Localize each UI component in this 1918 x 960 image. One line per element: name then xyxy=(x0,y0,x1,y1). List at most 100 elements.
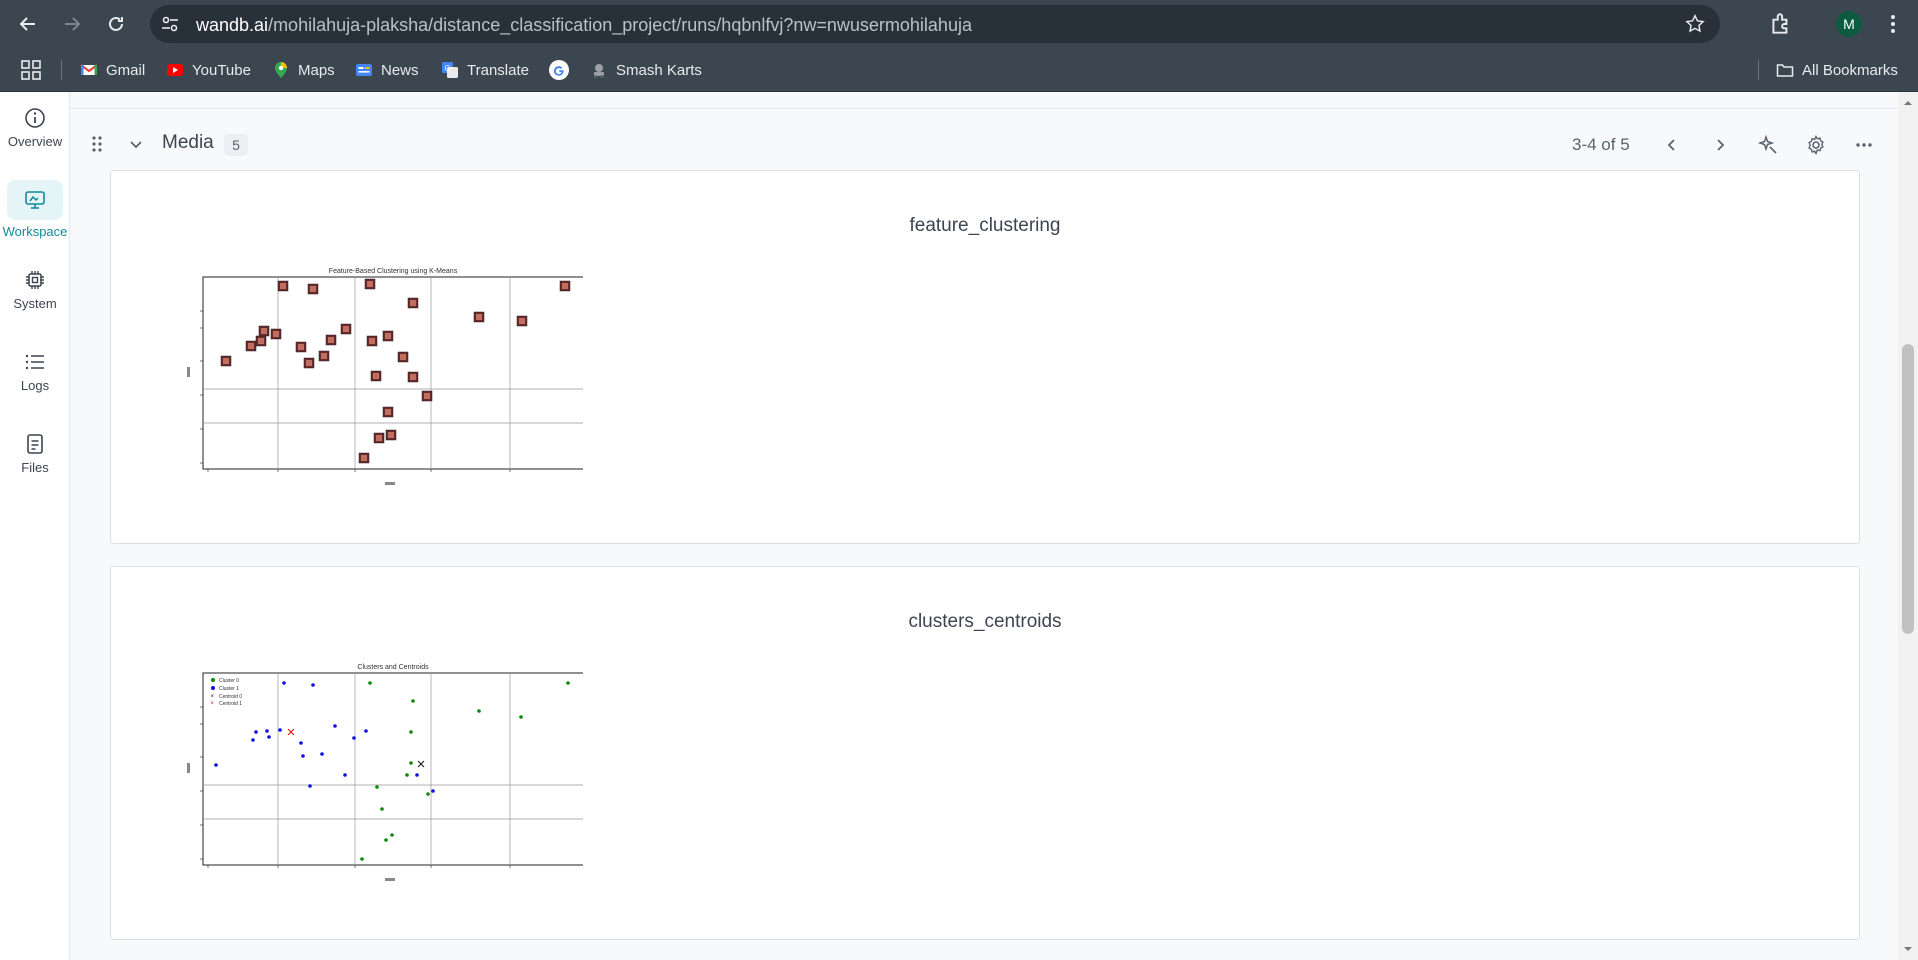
cluster-0-point xyxy=(426,792,430,796)
workspace-icon xyxy=(25,191,45,209)
panel-title: clusters_centroids xyxy=(908,611,1062,632)
next-page-button[interactable] xyxy=(1708,133,1732,157)
thumbnail-image xyxy=(245,340,257,352)
scrollbar-thumb[interactable] xyxy=(1902,344,1914,634)
site-info-icon[interactable] xyxy=(160,14,180,34)
magic-button[interactable] xyxy=(1756,133,1780,157)
cluster-1-point xyxy=(251,738,255,742)
thumbnail-image xyxy=(358,452,370,464)
image-title: Clusters and Centroids xyxy=(357,664,429,671)
cluster-1-point xyxy=(282,681,286,685)
collapse-chevron-icon[interactable] xyxy=(128,136,144,152)
bookmark-google[interactable] xyxy=(548,58,570,82)
rail-item-workspace[interactable]: Workspace xyxy=(0,180,70,239)
info-icon xyxy=(25,108,45,128)
cluster-0-point xyxy=(405,773,409,777)
rail-item-files[interactable]: Files xyxy=(0,432,70,475)
section-settings-button[interactable] xyxy=(1804,133,1828,157)
thumbnail-image xyxy=(277,280,289,292)
section-count-badge: 5 xyxy=(224,134,248,156)
cluster-0-point xyxy=(477,709,481,713)
cluster-1-point xyxy=(343,773,347,777)
rail-item-overview[interactable]: Overview xyxy=(0,106,70,149)
arrow-right-icon xyxy=(65,17,81,31)
browser-menu-icon[interactable] xyxy=(1882,12,1904,36)
bookmark-youtube[interactable]: YouTube xyxy=(166,58,251,82)
thumbnail-image xyxy=(325,334,337,346)
thumbnail-image xyxy=(303,357,315,369)
feature-clustering-image[interactable]: Feature-Based Clustering using K-Means xyxy=(163,263,583,503)
workspace-main: Media 5 3-4 of 5 feature_clustering Feat… xyxy=(70,92,1898,960)
cluster-1-point xyxy=(364,729,368,733)
cluster-0-point xyxy=(411,699,415,703)
thumbnail-image xyxy=(373,432,385,444)
cluster-1-point xyxy=(320,752,324,756)
scroll-down-icon[interactable] xyxy=(1903,944,1913,954)
drag-handle-icon[interactable] xyxy=(90,134,104,154)
reload-icon xyxy=(109,16,123,31)
legend-marker-centroid-1: × xyxy=(211,701,215,707)
back-button[interactable] xyxy=(14,10,42,38)
legend-marker-cluster-0 xyxy=(211,678,215,682)
news-icon xyxy=(356,64,372,76)
bookmark-maps[interactable]: Maps xyxy=(272,58,335,82)
forward-button[interactable] xyxy=(58,10,86,38)
bookmarks-divider xyxy=(61,60,62,80)
thumbnail-image xyxy=(370,370,382,382)
thumbnail-image xyxy=(407,297,419,309)
translate-icon: G xyxy=(442,62,458,78)
cluster-0-point xyxy=(409,761,413,765)
cluster-1-point xyxy=(265,729,269,733)
apps-grid-icon[interactable] xyxy=(20,59,42,81)
bookmark-news[interactable]: News xyxy=(355,58,419,82)
rail-item-system[interactable]: System xyxy=(0,268,70,311)
address-bar[interactable]: wandb.ai/mohilahuja-plaksha/distance_cla… xyxy=(150,5,1720,43)
media-panel-feature-clustering[interactable]: feature_clustering Feature-Based Cluster… xyxy=(110,170,1860,544)
section-divider xyxy=(70,108,1898,109)
more-options-button[interactable] xyxy=(1852,133,1876,157)
svg-text:G: G xyxy=(445,64,451,73)
legend-label: Centroid 1 xyxy=(219,701,242,707)
reload-button[interactable] xyxy=(102,10,130,38)
all-bookmarks-button[interactable]: All Bookmarks xyxy=(1776,58,1898,82)
thumbnail-image xyxy=(255,335,267,347)
axis-label-mark xyxy=(385,878,395,881)
extensions-icon[interactable] xyxy=(1768,11,1794,37)
cluster-1-point xyxy=(308,784,312,788)
thumbnail-image xyxy=(220,355,232,367)
page-scrollbar[interactable] xyxy=(1898,92,1918,960)
thumbnail-image xyxy=(382,330,394,342)
cluster-1-point xyxy=(311,683,315,687)
cluster-0-point xyxy=(375,785,379,789)
thumbnail-image xyxy=(258,325,270,337)
panel-title: feature_clustering xyxy=(909,215,1061,236)
thumbnail-image xyxy=(270,328,282,340)
bookmarks-divider-right xyxy=(1758,60,1759,80)
image-title: Feature-Based Clustering using K-Means xyxy=(329,268,458,275)
gmail-icon xyxy=(80,64,98,75)
cluster-1-point xyxy=(278,728,282,732)
thumbnail-image xyxy=(397,351,409,363)
maps-icon xyxy=(275,62,287,78)
scroll-up-icon[interactable] xyxy=(1903,98,1913,108)
axis-label-mark xyxy=(187,763,190,773)
cluster-1-point xyxy=(333,724,337,728)
rail-item-logs[interactable]: Logs xyxy=(0,350,70,393)
cluster-1-point xyxy=(352,736,356,740)
cluster-0-point xyxy=(390,833,394,837)
cluster-1-point xyxy=(415,773,419,777)
bookmark-star-icon[interactable] xyxy=(1684,13,1706,35)
bookmark-smash-karts[interactable]: Smash Karts xyxy=(590,58,702,82)
thumbnail-image xyxy=(407,371,419,383)
bookmark-gmail[interactable]: Gmail xyxy=(80,58,145,82)
profile-avatar[interactable]: M xyxy=(1836,11,1862,37)
prev-page-button[interactable] xyxy=(1660,133,1684,157)
youtube-icon xyxy=(167,64,183,76)
thumbnail-image xyxy=(516,315,528,327)
media-panel-clusters-centroids[interactable]: clusters_centroids Clusters and Centroid… xyxy=(110,566,1860,940)
bookmark-translate[interactable]: G Translate xyxy=(441,58,529,82)
thumbnail-image xyxy=(364,278,376,290)
chevron-right-icon xyxy=(1717,139,1725,151)
cluster-1-point xyxy=(301,754,305,758)
clusters-centroids-image[interactable]: Clusters and Centroids Cluster 0 Cluster… xyxy=(163,659,583,899)
